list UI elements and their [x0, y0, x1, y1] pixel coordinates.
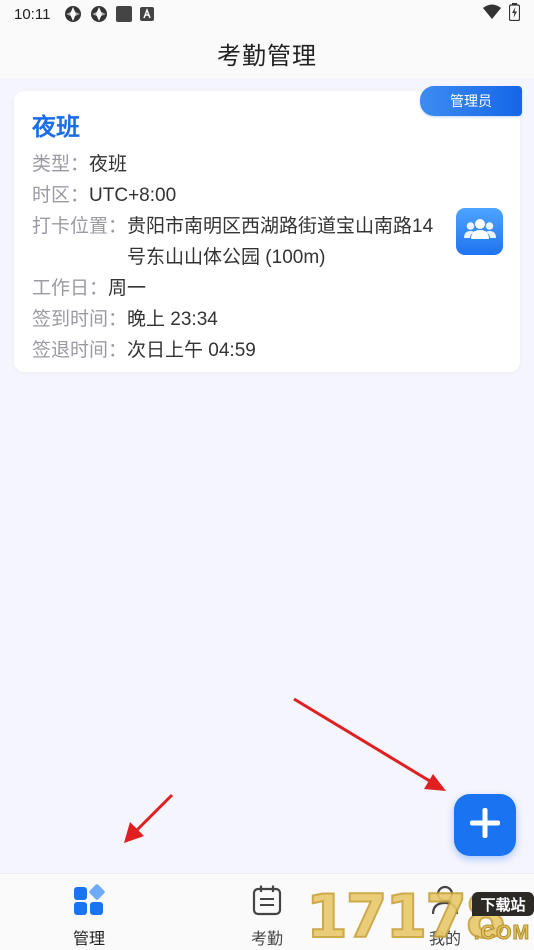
detail-label: 时区：	[32, 185, 90, 206]
detail-value: 夜班	[89, 154, 128, 175]
detail-value: UTC+8:00	[89, 185, 177, 206]
watermark-tag: 下载站	[472, 892, 534, 916]
sync-icon	[64, 5, 82, 23]
detail-value: 周一	[108, 278, 147, 299]
shift-card[interactable]: 管理员 夜班 类型： 夜班 时区： UTC+8:00 打卡位置： 贵阳市南明区西…	[14, 86, 522, 372]
square-icon	[116, 6, 133, 22]
admin-badge: 管理员	[420, 86, 522, 116]
site-watermark: 17178 下载站 .COM	[305, 878, 534, 950]
sync-icon	[90, 5, 108, 23]
watermark-domain: .COM	[473, 922, 531, 945]
status-time: 10:11	[14, 5, 51, 23]
detail-label: 打卡位置：	[32, 216, 128, 237]
detail-row-type: 类型： 夜班	[32, 149, 452, 180]
page-title: 考勤管理	[217, 42, 317, 70]
add-shift-button[interactable]	[454, 794, 516, 856]
detail-row-location: 打卡位置： 贵阳市南明区西湖路街道宝山南路14号东山山体公园 (100m)	[32, 211, 452, 273]
status-bar: 10:11	[0, 0, 534, 28]
detail-label: 签退时间：	[32, 340, 128, 361]
shift-title: 夜班	[32, 114, 80, 141]
plus-icon	[468, 806, 502, 845]
detail-row-workdays: 工作日： 周一	[32, 273, 452, 304]
group-users-icon	[463, 218, 496, 245]
nav-label: 管理	[72, 931, 105, 948]
manage-grid-icon	[73, 884, 105, 921]
detail-value: 贵阳市南明区西湖路街道宝山南路14号东山山体公园 (100m)	[127, 216, 434, 268]
annotation-arrow-to-fab	[293, 697, 446, 791]
detail-row-checkout: 签退时间： 次日上午 04:59	[32, 335, 452, 366]
app-bar: 考勤管理	[0, 28, 534, 78]
detail-value: 次日上午 04:59	[127, 340, 256, 361]
shift-details: 类型： 夜班 时区： UTC+8:00 打卡位置： 贵阳市南明区西湖路街道宝山南…	[32, 149, 452, 366]
annotation-arrow-to-nav	[124, 793, 174, 843]
battery-charging-icon	[508, 3, 521, 25]
detail-label: 签到时间：	[32, 309, 128, 330]
nav-label: 考勤	[250, 931, 283, 948]
detail-row-checkin: 签到时间： 晚上 23:34	[32, 304, 452, 335]
detail-label: 类型：	[32, 154, 90, 175]
detail-row-timezone: 时区： UTC+8:00	[32, 180, 452, 211]
detail-value: 晚上 23:34	[127, 309, 218, 330]
calendar-icon	[252, 884, 282, 921]
a-notification-icon	[140, 7, 155, 21]
wifi-icon	[483, 4, 501, 24]
nav-item-manage[interactable]: 管理	[29, 874, 149, 950]
detail-label: 工作日：	[32, 278, 109, 299]
group-users-button[interactable]	[456, 208, 503, 255]
